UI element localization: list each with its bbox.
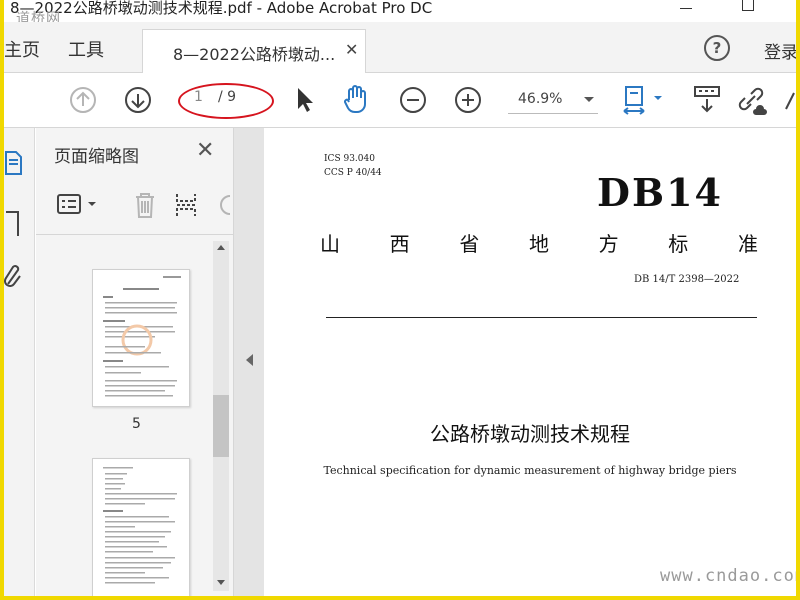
document-view: ICS 93.040 CCS P 40/44 DB14 山 西 省 地 方 标 … (234, 128, 796, 596)
zoom-dropdown[interactable]: 46.9% (508, 87, 598, 114)
page-thumbnail-6[interactable] (92, 458, 190, 596)
page-thumbnail-text-lines (103, 467, 177, 584)
scroll-mode-icon[interactable] (692, 83, 722, 117)
scroll-down-icon[interactable] (217, 580, 225, 585)
standard-logo: DB14 (597, 170, 723, 215)
close-panel-icon[interactable]: ✕ (196, 138, 214, 163)
title-char: 标 (668, 232, 689, 256)
attachments-icon[interactable] (4, 262, 24, 292)
select-cursor-icon[interactable] (294, 85, 316, 115)
hand-tool-icon[interactable] (342, 83, 372, 115)
title-char: 地 (528, 232, 549, 256)
maximize-button[interactable] (742, 0, 754, 11)
zoom-in-icon[interactable] (453, 85, 483, 115)
document-tab-label: 8—2022公路桥墩动... (173, 45, 336, 64)
ccs-code: CCS P 40/44 (324, 168, 382, 178)
ics-code: ICS 93.040 (324, 154, 375, 164)
thumbnails-title: 页面缩略图 (54, 147, 139, 167)
document-tab[interactable]: 8—2022公路桥墩动... ✕ (142, 29, 366, 74)
window-title: 8—2022公路桥墩动测技术规程.pdf - Adobe Acrobat Pro… (10, 0, 433, 17)
minimize-button[interactable] (680, 0, 692, 9)
title-char: 方 (598, 232, 619, 256)
acrobat-window: 8—2022公路桥墩动测技术规程.pdf - Adobe Acrobat Pro… (4, 0, 796, 596)
toolbar: 1 / 9 46.9% (4, 73, 796, 128)
thumbnail-toolbar (36, 178, 233, 235)
standard-category-title: 山 西 省 地 方 标 准 (320, 228, 758, 257)
help-icon[interactable]: ? (704, 35, 730, 61)
scroll-up-icon[interactable] (217, 245, 225, 250)
chevron-down-icon (584, 97, 594, 102)
thumbnail-options-icon[interactable] (56, 192, 102, 218)
page-thumbnail-text-lines (103, 276, 181, 397)
zoom-out-icon[interactable] (398, 85, 428, 115)
title-char: 准 (737, 232, 758, 256)
fit-page-icon[interactable] (620, 83, 664, 117)
divider-line (326, 317, 757, 318)
home-menu[interactable]: 主页 (4, 36, 40, 62)
insert-page-icon[interactable] (174, 190, 198, 220)
menu-bar: 主页 工具 8—2022公路桥墩动... ✕ ? 登录 (4, 22, 796, 74)
next-page-icon[interactable] (123, 85, 153, 115)
previous-page-icon[interactable] (68, 85, 98, 115)
thumbnails-panel: 页面缩略图 ✕ 5 (36, 128, 234, 596)
tools-menu[interactable]: 工具 (68, 36, 104, 62)
scrollbar-thumb[interactable] (213, 395, 229, 457)
page-thumbnail-5[interactable] (92, 269, 190, 407)
more-tools-icon[interactable] (784, 83, 796, 117)
thumbnails-scrollbar[interactable] (213, 241, 229, 591)
login-button[interactable]: 登录 (764, 38, 796, 63)
trash-icon[interactable] (132, 190, 158, 220)
page-thumbnails-icon[interactable] (4, 148, 24, 178)
navigation-rail (4, 128, 35, 596)
bookmarks-icon[interactable] (4, 208, 24, 238)
share-link-icon[interactable] (734, 83, 768, 117)
document-title-en: Technical specification for dynamic meas… (323, 464, 737, 477)
title-char: 西 (389, 232, 410, 256)
collapse-panel-icon[interactable] (246, 354, 253, 366)
close-tab-icon[interactable]: ✕ (345, 40, 358, 59)
title-bar: 8—2022公路桥墩动测技术规程.pdf - Adobe Acrobat Pro… (4, 0, 796, 27)
standard-number: DB 14/T 2398—2022 (634, 274, 740, 285)
site-watermark-url: www.cndao.com (660, 566, 796, 586)
title-char: 山 (320, 232, 340, 256)
pdf-page: ICS 93.040 CCS P 40/44 DB14 山 西 省 地 方 标 … (264, 128, 796, 596)
rotate-icon[interactable] (214, 190, 233, 220)
thumbnail-page-number: 5 (132, 416, 141, 432)
document-title-cn: 公路桥墩动测技术规程 (430, 422, 630, 446)
title-char: 省 (459, 232, 480, 256)
red-highlight-ellipse (178, 83, 274, 119)
zoom-value: 46.9% (518, 91, 563, 107)
